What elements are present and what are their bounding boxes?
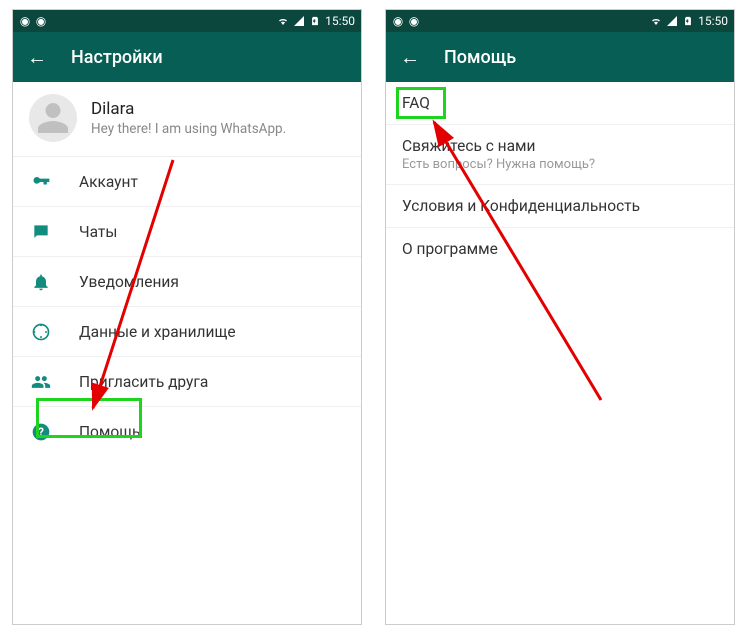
menu-label: Чаты (79, 223, 117, 241)
status-bar: ◉ ◉ 15:50 (386, 10, 734, 32)
profile-status: Hey there! I am using WhatsApp. (91, 121, 286, 137)
menu-item-account[interactable]: Аккаунт (13, 157, 361, 207)
help-item-contact[interactable]: Свяжитесь с нами Есть вопросы? Нужна пом… (386, 125, 734, 185)
help-item-about[interactable]: О программе (386, 228, 734, 270)
back-icon[interactable]: ← (27, 47, 47, 67)
help-item-title: FAQ (402, 94, 718, 112)
menu-label: Аккаунт (79, 173, 138, 191)
status-time: 15:50 (698, 14, 728, 28)
menu-item-chats[interactable]: Чаты (13, 207, 361, 257)
status-bar: ◉ ◉ 15:50 (13, 10, 361, 32)
data-icon (29, 320, 53, 344)
help-item-title: Свяжитесь с нами (402, 137, 718, 155)
toolbar: ← Помощь (386, 32, 734, 82)
svg-text:?: ? (38, 425, 44, 439)
menu-label: Данные и хранилище (79, 323, 236, 341)
key-icon (29, 170, 53, 194)
status-time: 15:50 (325, 14, 355, 28)
status-icon: ◉ (408, 15, 420, 27)
chat-icon (29, 220, 53, 244)
phone-left: ◉ ◉ 15:50 ← Настройки Dilara Hey there! … (12, 9, 362, 625)
menu-item-invite[interactable]: Пригласить друга (13, 357, 361, 407)
avatar (29, 94, 77, 142)
phone-right: ◉ ◉ 15:50 ← Помощь FAQ Свяжитесь с нами … (385, 9, 735, 625)
help-item-title: О программе (402, 240, 718, 258)
wifi-icon (650, 15, 662, 27)
signal-icon (293, 15, 305, 27)
invite-icon (29, 370, 53, 394)
menu-label: Пригласить друга (79, 373, 208, 391)
profile-row[interactable]: Dilara Hey there! I am using WhatsApp. (13, 82, 361, 156)
help-item-sub: Есть вопросы? Нужна помощь? (402, 157, 718, 172)
status-icon: ◉ (19, 15, 31, 27)
toolbar: ← Настройки (13, 32, 361, 82)
wifi-icon (277, 15, 289, 27)
menu-item-data[interactable]: Данные и хранилище (13, 307, 361, 357)
page-title: Помощь (444, 47, 516, 68)
help-item-title: Условия и Конфиденциальность (402, 197, 718, 215)
profile-name: Dilara (91, 99, 286, 119)
menu-item-notifications[interactable]: Уведомления (13, 257, 361, 307)
help-item-terms[interactable]: Условия и Конфиденциальность (386, 185, 734, 228)
page-title: Настройки (71, 47, 163, 68)
help-icon: ? (29, 420, 53, 444)
menu-label: Помощь (79, 423, 140, 441)
status-icon: ◉ (392, 15, 404, 27)
menu-label: Уведомления (79, 273, 179, 291)
battery-icon (682, 15, 694, 27)
back-icon[interactable]: ← (400, 47, 420, 67)
signal-icon (666, 15, 678, 27)
battery-icon (309, 15, 321, 27)
status-icon: ◉ (35, 15, 47, 27)
bell-icon (29, 270, 53, 294)
help-item-faq[interactable]: FAQ (386, 82, 734, 125)
menu-item-help[interactable]: ? Помощь (13, 407, 361, 457)
